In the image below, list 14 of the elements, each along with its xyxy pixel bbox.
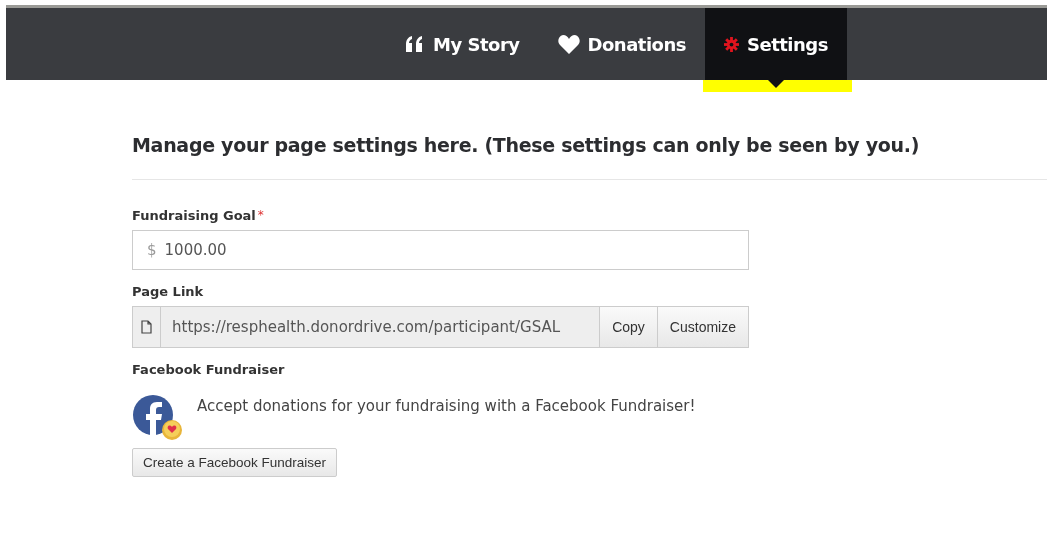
field-label: Facebook Fundraiser <box>132 362 285 377</box>
field-label: Fundraising Goal <box>132 208 256 223</box>
gear-icon <box>723 36 739 52</box>
heart-icon <box>557 34 580 54</box>
facebook-donation-icon <box>132 394 184 442</box>
goal-input[interactable]: $ 1000.00 <box>132 230 749 270</box>
nav-tab[interactable]: Donations <box>538 8 705 80</box>
nav-tab[interactable]: My Story <box>386 8 539 80</box>
page-heading: Manage your page settings here. (These settings can only be seen by you.) <box>132 134 921 156</box>
create-fundraiser-button[interactable]: Create a Facebook Fundraiser <box>132 448 338 477</box>
required-mark: * <box>257 208 264 223</box>
nav-tab[interactable]: Settings <box>704 8 847 80</box>
facebook-description: Accept donations for your fundraising with a Facebook Fundraiser! <box>197 397 696 415</box>
field-label: Page Link <box>132 284 204 299</box>
